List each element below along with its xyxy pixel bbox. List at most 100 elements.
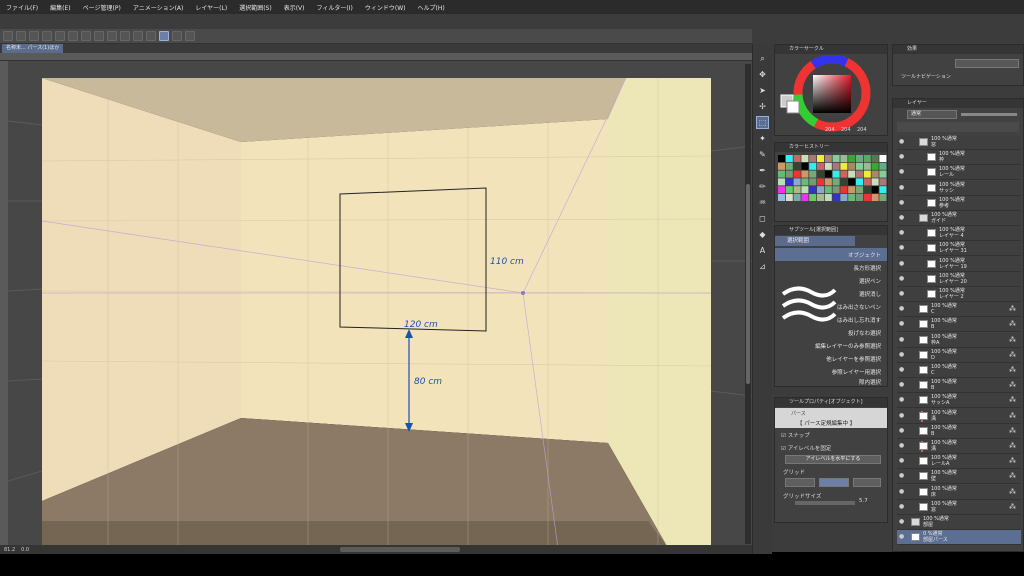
- color-swatch[interactable]: [801, 162, 809, 170]
- grid-size-slider[interactable]: [795, 501, 855, 505]
- color-swatch[interactable]: [778, 186, 785, 194]
- rgb-g[interactable]: 204: [841, 127, 851, 133]
- eye-icon[interactable]: ●: [899, 215, 905, 221]
- eye-icon[interactable]: ●: [899, 199, 905, 206]
- color-swatch[interactable]: [832, 194, 840, 201]
- transform-icon[interactable]: [81, 31, 91, 41]
- color-swatch[interactable]: [785, 178, 793, 186]
- eye-icon[interactable]: ●: [899, 473, 905, 479]
- canvas-workarea[interactable]: 110 cm 120 cm 80 cm: [8, 61, 752, 545]
- clear-icon[interactable]: [68, 31, 78, 41]
- angle-value[interactable]: 0.0: [21, 547, 29, 553]
- document-tab[interactable]: 名称未... パース(1)ほか: [2, 44, 64, 53]
- color-swatch[interactable]: [778, 194, 785, 201]
- color-swatch[interactable]: [863, 194, 871, 201]
- scrollbar-thumb[interactable]: [746, 184, 750, 384]
- color-swatch[interactable]: [801, 155, 809, 162]
- layer-row[interactable]: ● 100 %通常 D ⁂: [897, 347, 1021, 363]
- redo-icon[interactable]: [55, 31, 65, 41]
- color-swatch[interactable]: [879, 162, 887, 170]
- color-swatch[interactable]: [871, 155, 879, 162]
- color-swatch[interactable]: [793, 170, 801, 178]
- zoom-tool-icon[interactable]: ⌕: [756, 52, 769, 65]
- zoom-value[interactable]: 81.2: [4, 547, 15, 553]
- color-swatch[interactable]: [840, 162, 848, 170]
- eye-level-checkbox[interactable]: ☑ アイレベルを固定: [781, 444, 831, 452]
- color-swatch[interactable]: [879, 155, 887, 162]
- color-swatch[interactable]: [848, 170, 856, 178]
- sub-tool-item[interactable]: 他レイヤーを参照選択: [775, 352, 887, 365]
- sub-tool-group-tab[interactable]: 選択範囲: [775, 236, 855, 246]
- rgb-b[interactable]: 204: [857, 127, 867, 133]
- snap-checkbox[interactable]: ☑ スナップ: [781, 431, 810, 439]
- pen-tool-icon[interactable]: ✒: [756, 164, 769, 177]
- brush-tool-icon[interactable]: ♒: [756, 196, 769, 209]
- grid-xz-button[interactable]: [853, 478, 881, 487]
- color-swatch[interactable]: [809, 178, 817, 186]
- color-swatch[interactable]: [856, 186, 863, 194]
- eye-icon[interactable]: ●: [899, 412, 905, 419]
- move-tool-icon[interactable]: ✥: [756, 68, 769, 81]
- color-swatch[interactable]: [778, 162, 785, 170]
- menu-view[interactable]: 表示(V): [284, 3, 305, 12]
- eye-icon[interactable]: ●: [899, 519, 905, 525]
- eye-icon[interactable]: ●: [899, 443, 905, 449]
- sub-tool-item[interactable]: オブジェクト: [775, 248, 887, 261]
- settings-icon[interactable]: [185, 31, 195, 41]
- color-swatch[interactable]: [778, 170, 785, 178]
- color-swatch[interactable]: [778, 178, 785, 186]
- color-swatch[interactable]: [856, 194, 863, 201]
- menu-page[interactable]: ページ管理(P): [83, 3, 121, 12]
- eye-icon[interactable]: ●: [899, 351, 905, 358]
- color-swatch[interactable]: [809, 162, 817, 170]
- color-swatch[interactable]: [856, 162, 863, 170]
- eyedropper-tool-icon[interactable]: ✎: [756, 148, 769, 161]
- eye-icon[interactable]: ●: [899, 260, 905, 267]
- layer-row[interactable]: ● 100 %通常 レイヤー 31: [897, 241, 1021, 257]
- color-swatch[interactable]: [863, 162, 871, 170]
- color-swatch[interactable]: [824, 186, 832, 194]
- selection-tool-icon[interactable]: ⬚: [756, 116, 769, 129]
- color-swatch[interactable]: [840, 170, 848, 178]
- layer-row[interactable]: ● 0 %通常 部屋パース: [897, 530, 1021, 546]
- color-swatch[interactable]: [832, 178, 840, 186]
- sub-tool-item[interactable]: 隙内選択: [775, 376, 887, 387]
- eye-icon[interactable]: ●: [899, 275, 905, 282]
- sub-tool-item[interactable]: 長方形選択: [775, 261, 887, 274]
- color-swatch[interactable]: [809, 194, 817, 201]
- color-swatch[interactable]: [793, 162, 801, 170]
- eye-icon[interactable]: ●: [899, 382, 905, 388]
- eye-icon[interactable]: ●: [899, 503, 905, 510]
- grid-size-value[interactable]: 5.7: [859, 498, 868, 504]
- color-swatch[interactable]: [832, 170, 840, 178]
- color-swatch[interactable]: [871, 186, 879, 194]
- color-swatch[interactable]: [801, 186, 809, 194]
- fill-tool-icon[interactable]: ◆: [756, 228, 769, 241]
- color-swatch[interactable]: [848, 186, 856, 194]
- eye-icon[interactable]: ●: [899, 367, 905, 373]
- color-swatch[interactable]: [817, 186, 824, 194]
- blend-mode-select[interactable]: 通常: [907, 110, 957, 119]
- layer-row[interactable]: ● 100 %通常 参考: [897, 195, 1021, 211]
- eye-icon[interactable]: ●: [899, 154, 905, 160]
- layer-row[interactable]: ● 100 %通常 レイヤー 19: [897, 256, 1021, 272]
- color-swatch[interactable]: [801, 194, 809, 201]
- color-swatch[interactable]: [871, 178, 879, 186]
- color-swatch[interactable]: [785, 186, 793, 194]
- menu-layer[interactable]: レイヤー(L): [195, 3, 227, 12]
- layer-row[interactable]: ● 100 %通常 ガイド: [897, 211, 1021, 226]
- color-swatch[interactable]: [817, 170, 824, 178]
- layer-row[interactable]: ● 100 %通常 B ⁂: [897, 317, 1021, 333]
- layer-row[interactable]: ● 100 %通常窓: [897, 135, 1021, 150]
- color-swatch[interactable]: [879, 194, 887, 201]
- color-swatch[interactable]: [785, 194, 793, 201]
- color-swatch[interactable]: [824, 155, 832, 162]
- color-swatch[interactable]: [824, 170, 832, 178]
- layer-row[interactable]: ● 100 %通常 C ⁂: [897, 302, 1021, 318]
- menu-edit[interactable]: 編集(E): [50, 3, 70, 12]
- eye-level-horizontal-button[interactable]: アイレベルを水平にする: [785, 455, 881, 464]
- color-swatch[interactable]: [863, 170, 871, 178]
- eye-icon[interactable]: ●: [899, 336, 905, 343]
- color-swatch[interactable]: [801, 178, 809, 186]
- eye-icon[interactable]: ●: [899, 427, 905, 434]
